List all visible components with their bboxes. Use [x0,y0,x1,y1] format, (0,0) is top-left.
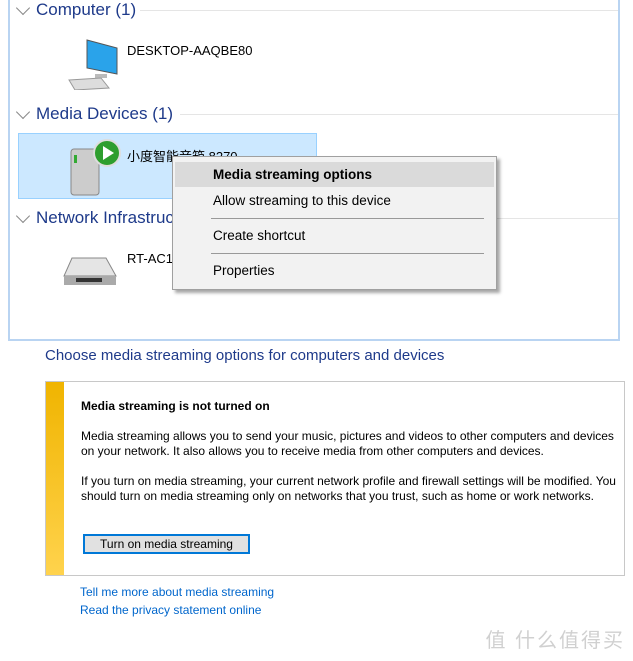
chevron-down-icon [15,208,31,224]
info-paragraph-2: If you turn on media streaming, your cur… [81,474,616,503]
device-router[interactable]: RT-AC1 [127,251,173,266]
menu-item-properties[interactable]: Properties [175,258,494,283]
info-heading: Media streaming is not turned on [81,399,270,413]
computer-icon [65,38,121,95]
warning-accent-bar [46,382,64,575]
watermark-logo: 值 什么值得买 [485,630,625,652]
streaming-info-box: Media streaming is not turned on Media s… [45,381,625,576]
menu-item-create-shortcut[interactable]: Create shortcut [175,223,494,248]
media-device-icon [69,137,125,202]
device-desktop[interactable]: DESKTOP-AAQBE80 [127,43,252,58]
chevron-down-icon [15,104,31,120]
page-title: Choose media streaming options for compu… [45,347,445,364]
menu-separator [211,218,484,219]
menu-item-allow-streaming[interactable]: Allow streaming to this device [175,188,494,213]
turn-on-media-streaming-button[interactable]: Turn on media streaming [83,534,250,554]
privacy-statement-link[interactable]: Read the privacy statement online [80,603,261,617]
menu-separator [211,253,484,254]
group-header-media-devices[interactable]: Media Devices (1) [15,104,173,124]
info-paragraph-1: Media streaming allows you to send your … [81,429,614,458]
group-header-computer[interactable]: Computer (1) [15,0,136,20]
chevron-down-icon [15,0,31,16]
router-icon [62,256,118,293]
context-menu: Media streaming options Allow streaming … [172,156,497,290]
learn-more-link[interactable]: Tell me more about media streaming [80,585,274,599]
menu-item-media-streaming-options[interactable]: Media streaming options [175,162,494,187]
